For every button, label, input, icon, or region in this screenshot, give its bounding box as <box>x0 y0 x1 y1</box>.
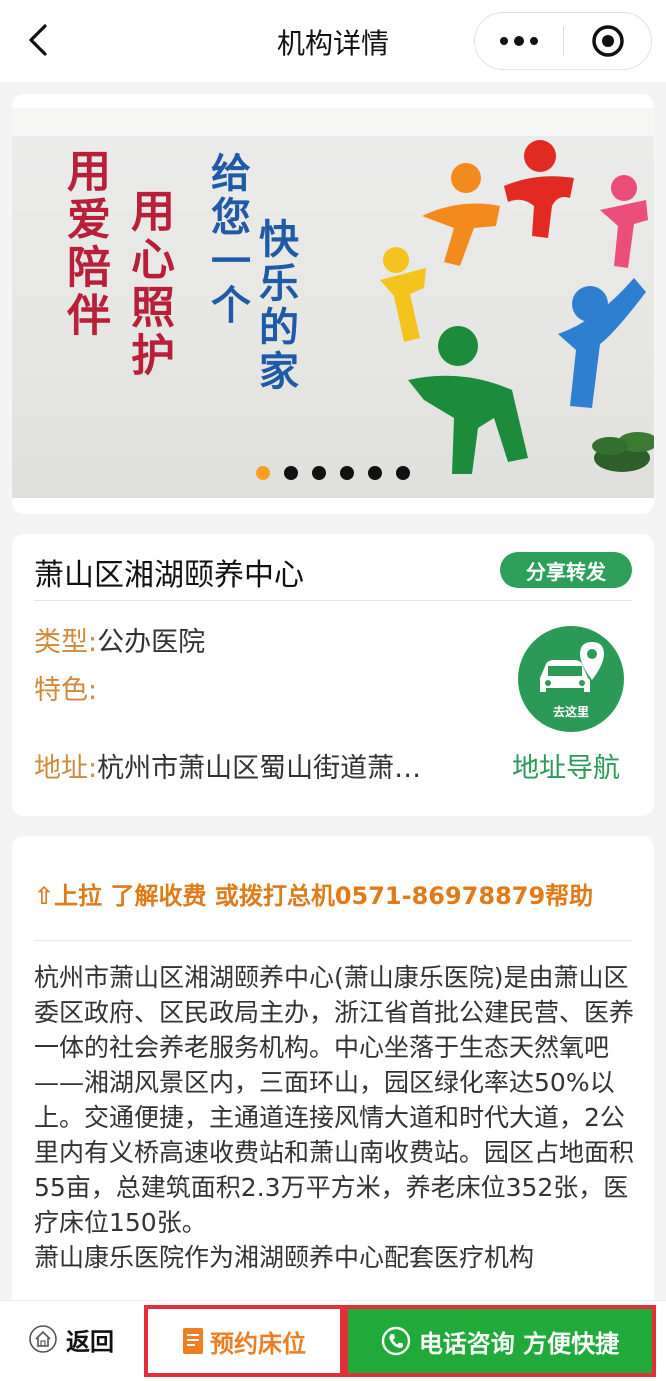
address-value: 杭州市萧山区蜀山街道萧… <box>97 753 422 784</box>
document-icon <box>183 1328 203 1354</box>
carousel-dot[interactable] <box>396 466 410 480</box>
go-here-button[interactable]: 去这里 <box>518 626 624 732</box>
description-paragraph: 萧山康乐医院作为湘湖颐养中心配套医疗机构 <box>34 1243 535 1272</box>
address-navigation-link[interactable]: 地址导航 <box>512 746 620 785</box>
top-nav-bar: 机构详情 <box>0 0 666 82</box>
mini-program-capsule <box>474 12 652 70</box>
banner-card: 用爱陪伴 用心照护 给您一个 快乐的家 <box>12 94 654 514</box>
carousel-dot[interactable] <box>340 466 354 480</box>
type-label: 类型: <box>34 627 98 658</box>
close-miniprogram-button[interactable] <box>564 13 651 69</box>
carousel-indicator <box>12 466 654 480</box>
carousel-dot[interactable] <box>284 466 298 480</box>
address-row: 地址:杭州市萧山区蜀山街道萧… <box>34 746 421 785</box>
description-text: 杭州市萧山区湘湖颐养中心(萧山康乐医院)是由萧山区委区政府、区民政局主办，浙江省… <box>34 960 640 1275</box>
phone-icon <box>381 1326 411 1356</box>
carousel-dot[interactable] <box>256 466 270 480</box>
description-paragraph: 杭州市萧山区湘湖颐养中心(萧山康乐医院)是由萧山区委区政府、区民政局主办，浙江省… <box>34 963 635 1237</box>
institution-info-card: 萧山区湘湖颐养中心 分享转发 类型:公办医院 特色: 去这里 地址:杭州市萧山区… <box>12 534 654 816</box>
book-bed-label: 预约床位 <box>210 1329 306 1358</box>
description-divider <box>34 940 632 941</box>
more-dots-icon <box>500 36 538 46</box>
phone-consult-button[interactable]: 电话咨询 方便快捷 <box>344 1305 656 1377</box>
address-label: 地址: <box>34 753 98 784</box>
share-button[interactable]: 分享转发 <box>500 552 632 588</box>
car-location-icon <box>540 642 604 692</box>
wall-slogan-2: 用心照护 <box>123 188 174 380</box>
wall-slogan-4: 快乐的家 <box>252 218 299 394</box>
more-button[interactable] <box>475 13 563 69</box>
feature-row: 特色: <box>34 668 97 707</box>
info-divider <box>34 600 632 601</box>
fee-hint[interactable]: ⇧上拉 了解收费 或拨打总机0571-86978879帮助 <box>34 876 593 911</box>
heart-figures-decoration <box>380 140 654 474</box>
type-value: 公办医院 <box>97 627 206 658</box>
home-icon <box>29 1325 57 1353</box>
go-here-label: 去这里 <box>552 705 589 719</box>
phone-consult-label: 电话咨询 方便快捷 <box>418 1329 620 1358</box>
target-circle-icon <box>591 25 624 57</box>
image-carousel[interactable]: 用爱陪伴 用心照护 给您一个 快乐的家 <box>12 108 654 498</box>
feature-label: 特色: <box>34 675 98 706</box>
carousel-dot[interactable] <box>368 466 382 480</box>
type-row: 类型:公办医院 <box>34 620 205 659</box>
wall-slogan-1: 用爱陪伴 <box>59 148 110 340</box>
carousel-dot[interactable] <box>312 466 326 480</box>
return-label: 返回 <box>66 1327 114 1356</box>
book-bed-button[interactable]: 预约床位 <box>144 1305 344 1377</box>
bottom-action-bar: 返回 预约床位 电话咨询 方便快捷 <box>0 1300 666 1381</box>
institution-name: 萧山区湘湖颐养中心 <box>34 558 304 593</box>
return-button[interactable]: 返回 <box>28 1319 114 1359</box>
